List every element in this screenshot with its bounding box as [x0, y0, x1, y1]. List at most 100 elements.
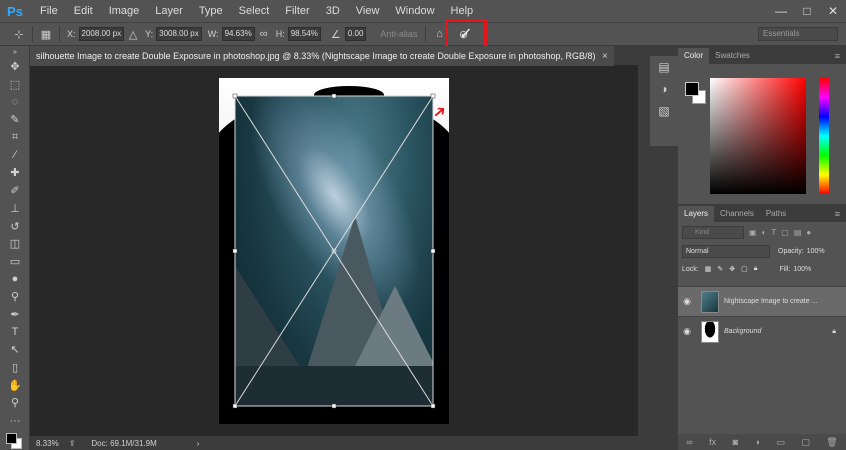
crop-tool-icon[interactable]: ⌗ [0, 129, 30, 147]
lock-paint-icon[interactable]: ✎ [717, 265, 723, 273]
delete-layer-icon[interactable]: 🗑︎ [826, 437, 837, 448]
brush-tool-icon[interactable]: ✐ [0, 182, 30, 200]
blend-mode-dropdown[interactable]: Normal [682, 244, 770, 258]
tab-swatches[interactable]: Swatches [709, 48, 756, 64]
more-tools-icon[interactable]: ··· [0, 412, 30, 430]
gradient-tool-icon[interactable]: ▭ [0, 253, 30, 271]
lock-all-icon[interactable]: 🔒︎ [754, 265, 758, 273]
anti-alias-label[interactable]: Anti-alias [380, 29, 417, 39]
filter-toggle-icon[interactable]: ● [806, 228, 811, 237]
opacity-value[interactable]: 100% [807, 248, 825, 255]
commit-transform-button[interactable]: ✓ [459, 24, 472, 44]
visibility-eye-icon[interactable]: ◉ [678, 296, 696, 307]
document-size: Doc: 69.1M/31.9M [91, 438, 157, 448]
lock-pixels-icon[interactable]: ▦ [705, 265, 712, 273]
shape-filter-icon[interactable]: ▢ [781, 228, 789, 237]
close-document-icon[interactable]: × [602, 51, 608, 62]
minimize-button[interactable]: — [768, 0, 794, 22]
y-field[interactable]: 3008.00 px [156, 27, 202, 41]
dodge-tool-icon[interactable]: ⚲ [0, 288, 30, 306]
link-layers-icon[interactable]: ∞ [686, 437, 692, 447]
eraser-tool-icon[interactable]: ◫ [0, 235, 30, 253]
foreground-background-colors[interactable] [0, 429, 30, 450]
document-tab[interactable]: silhouette Image to create Double Exposu… [30, 45, 614, 66]
foreground-color-swatch[interactable] [6, 433, 17, 445]
menu-type[interactable]: Type [191, 0, 231, 22]
blur-tool-icon[interactable]: ● [0, 270, 30, 288]
menu-3d[interactable]: 3D [318, 0, 348, 22]
menu-edit[interactable]: Edit [66, 0, 101, 22]
share-icon[interactable]: ⇪ [69, 439, 76, 448]
menu-select[interactable]: Select [231, 0, 278, 22]
menu-filter[interactable]: Filter [277, 0, 317, 22]
layer-row-background[interactable]: ◉ Background 🔒︎ [678, 316, 846, 346]
w-field[interactable]: 94.63% [221, 27, 255, 41]
path-selection-tool-icon[interactable]: ↖ [0, 341, 30, 359]
menu-view[interactable]: View [348, 0, 388, 22]
tab-color[interactable]: Color [678, 48, 710, 64]
type-filter-icon[interactable]: T [771, 228, 776, 237]
history-brush-tool-icon[interactable]: ↺ [0, 217, 30, 235]
link-icon[interactable]: ∞ [255, 25, 273, 43]
eyedropper-tool-icon[interactable]: ⁄ [0, 146, 30, 164]
add-mask-icon[interactable]: ◙ [733, 437, 738, 447]
healing-brush-tool-icon[interactable]: ✚ [0, 164, 30, 182]
new-group-icon[interactable]: ▭ [776, 437, 785, 448]
x-field[interactable]: 2008.00 px [78, 27, 125, 41]
zoom-tool-icon[interactable]: ⚲ [0, 394, 30, 412]
new-layer-icon[interactable]: ▢ [801, 437, 810, 448]
handle-top [331, 93, 337, 99]
tab-paths[interactable]: Paths [760, 206, 792, 222]
lock-artboard-icon[interactable]: ▢ [741, 265, 748, 273]
rectangle-tool-icon[interactable]: ▯ [0, 359, 30, 377]
adjustment-filter-icon[interactable]: ◐ [762, 228, 767, 237]
document-canvas[interactable]: ➔ [219, 78, 449, 424]
adjustment-layer-icon[interactable]: ◑ [754, 437, 759, 447]
menu-layer[interactable]: Layer [147, 0, 191, 22]
maximize-button[interactable]: □ [794, 0, 820, 22]
tab-layers[interactable]: Layers [678, 206, 715, 222]
workspace-dropdown[interactable]: Essentials [758, 27, 838, 41]
zoom-level[interactable]: 8.33% [36, 439, 59, 448]
pen-tool-icon[interactable]: ✒ [0, 306, 30, 324]
options-bar: ⊹ ▦ X: 2008.00 px △ Y: 3008.00 px W: 94.… [0, 22, 846, 46]
close-window-button[interactable]: ✕ [820, 0, 846, 22]
type-tool-icon[interactable]: T [0, 323, 30, 341]
smart-object-filter-icon[interactable]: ▤ [794, 228, 802, 237]
hue-slider[interactable] [819, 78, 829, 194]
transform-bounding-box[interactable] [219, 78, 449, 424]
menu-window[interactable]: Window [387, 0, 442, 22]
adjustments-panel-icon[interactable]: ◑ [650, 78, 678, 100]
quick-select-tool-icon[interactable]: ✎ [0, 111, 30, 129]
pixel-filter-icon[interactable]: ▣ [749, 228, 757, 237]
visibility-eye-icon[interactable]: ◉ [678, 326, 696, 337]
color-picker-field[interactable] [710, 78, 806, 194]
hand-tool-icon[interactable]: ✋ [0, 376, 30, 394]
angle-field[interactable]: 0.00 [344, 27, 367, 41]
move-tool-icon[interactable]: ✥ [0, 58, 30, 76]
tool-collapse-icon[interactable]: » [0, 46, 30, 58]
delta-icon[interactable]: △ [124, 25, 142, 43]
color-panel-menu-icon[interactable]: ≡ [835, 48, 846, 64]
layer-row-nightscape[interactable]: ◉ Nightscape Image to create ... [678, 286, 846, 316]
h-field[interactable]: 98.54% [287, 27, 321, 41]
canvas-area[interactable]: ➔ [30, 66, 638, 436]
tab-channels[interactable]: Channels [714, 206, 760, 222]
status-menu-arrow[interactable]: › [197, 439, 200, 448]
layer-style-icon[interactable]: fx [709, 437, 716, 447]
menu-image[interactable]: Image [101, 0, 148, 22]
reference-point-icon[interactable]: ▦ [37, 25, 55, 43]
menu-file[interactable]: File [32, 0, 66, 22]
clone-stamp-tool-icon[interactable]: ⊥ [0, 200, 30, 218]
marquee-tool-icon[interactable]: ⬚ [0, 76, 30, 94]
h-label: H: [275, 29, 285, 39]
fill-value[interactable]: 100% [793, 266, 811, 273]
properties-panel-icon[interactable]: ▧ [650, 100, 678, 122]
lock-position-icon[interactable]: ✥ [729, 265, 735, 273]
foreground-color-chip[interactable] [685, 82, 699, 96]
lock-row: Lock: ▦ ✎ ✥ ▢ 🔒︎ Fill: 100% [678, 260, 846, 278]
lasso-tool-icon[interactable]: ◌ [0, 93, 30, 111]
layers-panel-menu-icon[interactable]: ≡ [835, 206, 846, 222]
history-panel-icon[interactable]: ▤ [650, 56, 678, 78]
kind-filter-dropdown[interactable]: Kind [682, 225, 744, 239]
